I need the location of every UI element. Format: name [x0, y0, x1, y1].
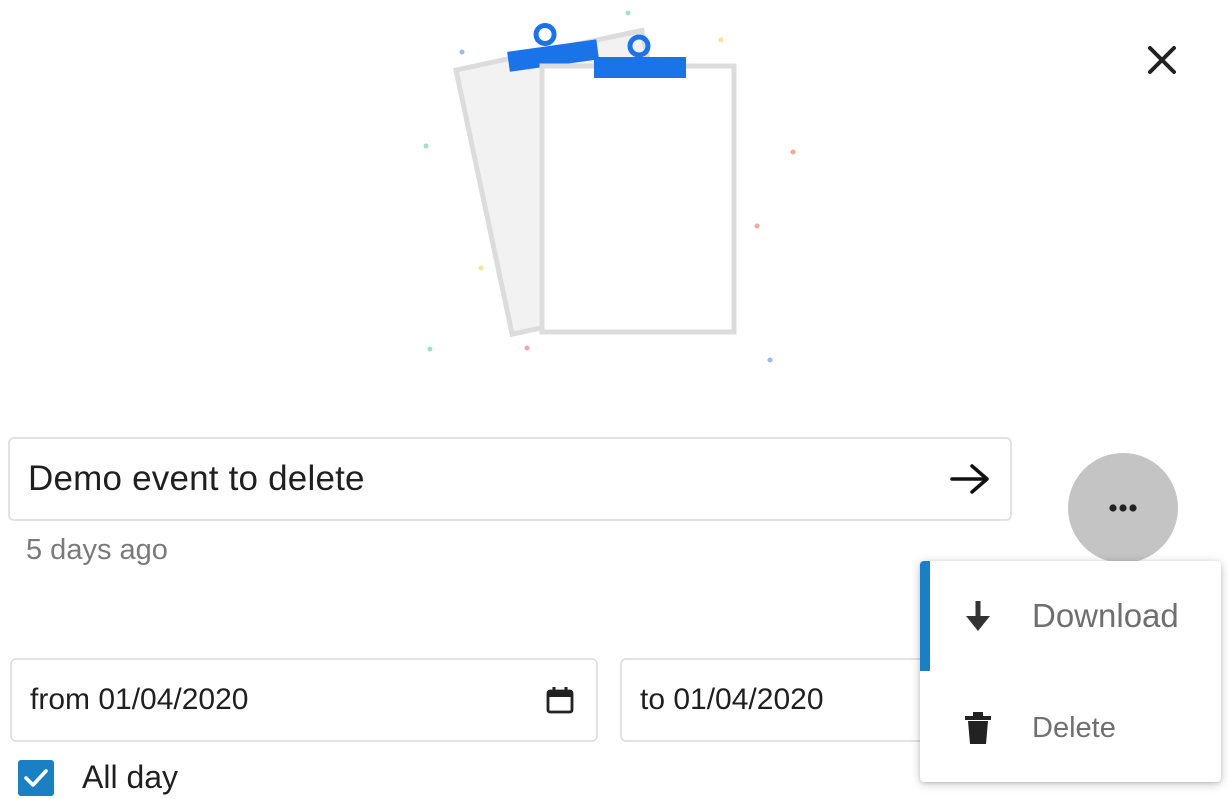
- active-indicator: [920, 561, 930, 671]
- event-title-field[interactable]: Demo event to delete: [8, 437, 1012, 521]
- all-day-option[interactable]: All day: [18, 759, 178, 796]
- close-icon: [1148, 46, 1176, 74]
- close-button[interactable]: [1136, 34, 1188, 86]
- clipboard-illustration: [410, 0, 820, 380]
- from-date-value: from 01/04/2020: [30, 683, 249, 716]
- more-horizontal-icon: [1109, 504, 1137, 512]
- calendar-button[interactable]: [542, 682, 578, 718]
- clipboards-graphic: [423, 10, 796, 363]
- submit-arrow-button[interactable]: [946, 455, 994, 503]
- all-day-checkbox[interactable]: [18, 759, 54, 796]
- to-date-field[interactable]: to 01/04/2020: [620, 658, 940, 742]
- more-options-button[interactable]: [1068, 453, 1178, 563]
- trash-icon: [958, 708, 998, 748]
- options-menu: Download Delete: [920, 561, 1221, 782]
- check-icon: [24, 768, 48, 787]
- event-title-text: Demo event to delete: [28, 459, 365, 498]
- event-panel: Demo event to delete 5 days ago from 01/…: [0, 0, 1228, 799]
- calendar-icon: [546, 687, 574, 714]
- menu-item-delete[interactable]: Delete: [920, 673, 1221, 782]
- menu-item-label: Delete: [1032, 711, 1116, 744]
- from-date-field[interactable]: from 01/04/2020: [10, 658, 598, 742]
- event-age-text: 5 days ago: [26, 534, 168, 566]
- all-day-label: All day: [82, 759, 179, 795]
- menu-item-download[interactable]: Download: [920, 561, 1221, 671]
- to-date-value: to 01/04/2020: [640, 683, 824, 716]
- menu-item-label: Download: [1032, 597, 1179, 634]
- arrow-right-icon: [950, 464, 989, 494]
- download-arrow-icon: [958, 596, 998, 636]
